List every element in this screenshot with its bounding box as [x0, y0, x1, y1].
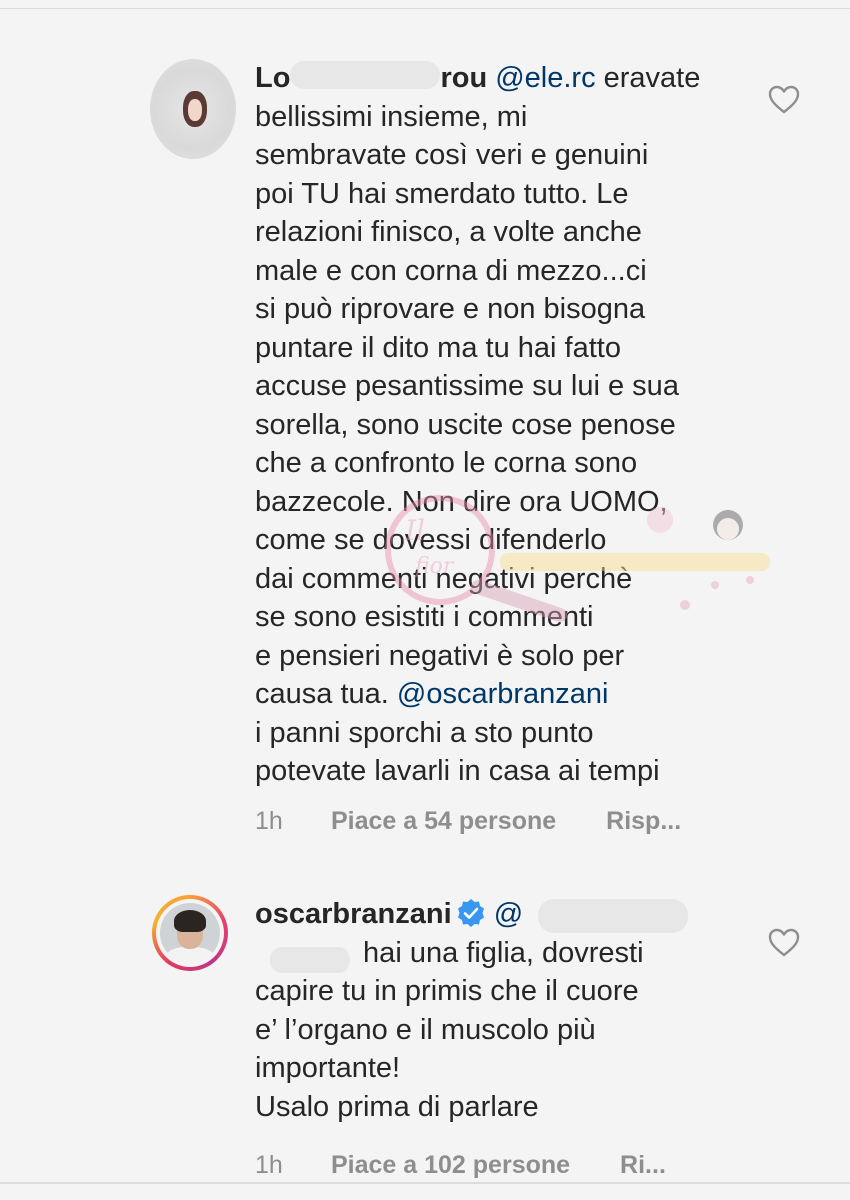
verified-badge-icon: [457, 899, 484, 927]
mention-link[interactable]: @: [494, 898, 523, 930]
username-redacted[interactable]: Lo rou: [255, 61, 487, 94]
avatar-story-ring[interactable]: [152, 895, 228, 971]
redaction-mark: [290, 61, 441, 90]
redaction-mark: [538, 899, 688, 933]
heart-icon[interactable]: [768, 928, 800, 958]
comment-time: 1h: [255, 807, 283, 835]
mention-link[interactable]: @oscarbranzani: [397, 678, 609, 710]
redaction-mark: [270, 947, 350, 973]
avatar-redacted: [150, 59, 236, 159]
likes-count-link[interactable]: Piace a 102 persone: [331, 1151, 570, 1180]
likes-count-link[interactable]: Piace a 54 persone: [331, 807, 556, 836]
comment-time: 1h: [255, 1151, 283, 1179]
comment-meta: 1h Piace a 102 persone Ri...: [255, 1151, 666, 1180]
comment-body-line1: hai una figlia, dovresti: [355, 936, 644, 969]
username-link[interactable]: oscarbranzani: [255, 898, 452, 930]
comment-body-end: i panni sporchi a sto punto potevate lav…: [255, 716, 660, 788]
reply-button[interactable]: Ri...: [620, 1151, 666, 1180]
comment-body: capire tu in primis che il cuore e’ l’or…: [255, 975, 639, 1123]
heart-icon[interactable]: [768, 85, 800, 115]
comment-meta: 1h Piace a 54 persone Risp...: [255, 807, 681, 836]
reply-button[interactable]: Risp...: [606, 807, 681, 836]
bottom-divider: [0, 1182, 850, 1184]
top-divider: [0, 8, 850, 9]
mention-link[interactable]: @ele.rc: [495, 62, 595, 94]
avatar: [160, 903, 220, 963]
comment-body: eravate bellissimi insieme, mi sembravat…: [255, 62, 701, 710]
avatar[interactable]: [150, 55, 236, 159]
comment-text: Lo rou @ele.rc eravate bellissimi insieme…: [255, 59, 735, 791]
